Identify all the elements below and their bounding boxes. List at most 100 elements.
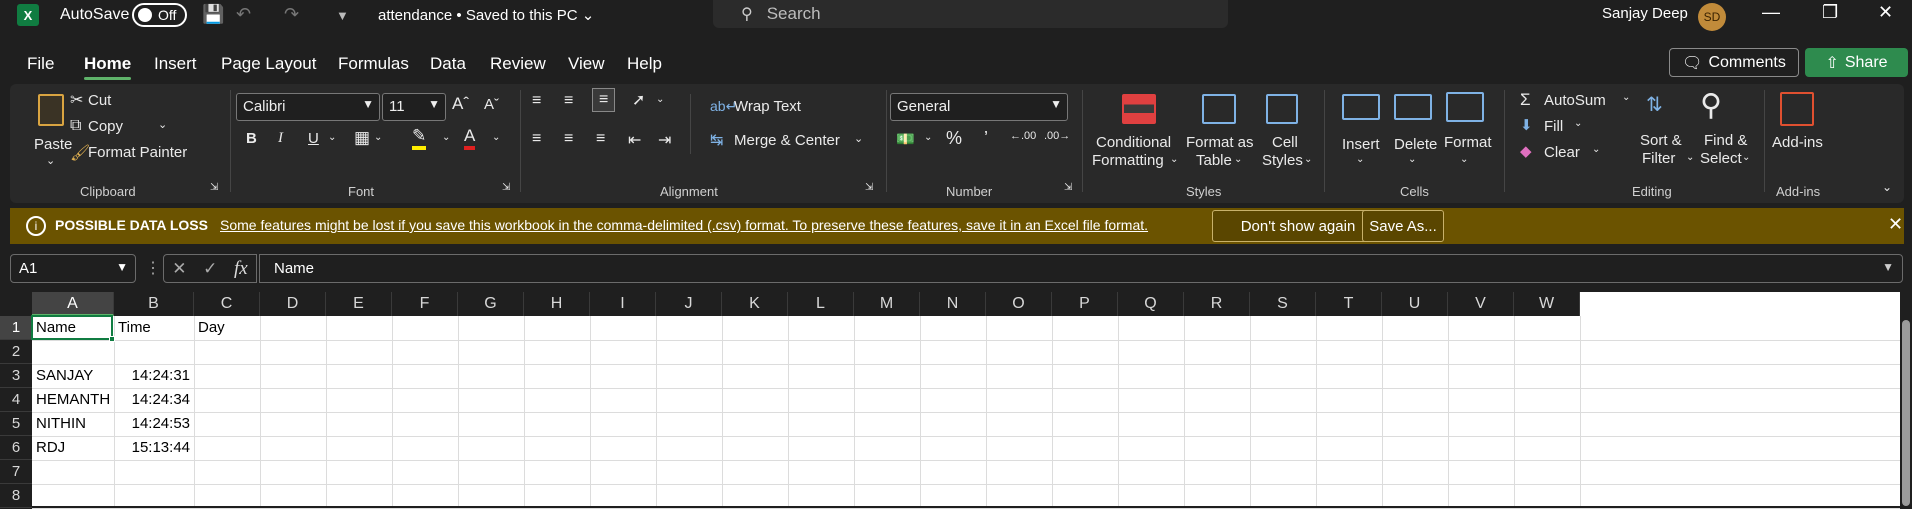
save-as-button[interactable]: Save As... (1362, 210, 1444, 242)
font-name-select[interactable]: Calibri ▼ (236, 93, 380, 121)
tab-help[interactable]: Help (627, 54, 662, 74)
autosave-toggle[interactable]: Off (132, 3, 187, 27)
dialog-launcher-icon[interactable]: ⇲ (1064, 182, 1072, 193)
close-icon[interactable]: ✕ (1878, 2, 1893, 23)
orientation-icon[interactable]: ➚ (632, 90, 645, 110)
cell-area[interactable]: Name Time Day SANJAY 14:24:31 HEMANTH 14:24:34… (31, 315, 1900, 509)
row-header-8[interactable]: 8 (0, 484, 32, 508)
user-name[interactable]: Sanjay Deep (1602, 5, 1688, 22)
dialog-launcher-icon[interactable]: ⇲ (865, 182, 873, 193)
column-header-o[interactable]: O (986, 292, 1052, 316)
row-header-1[interactable]: 1 (0, 316, 32, 340)
avatar[interactable]: SD (1698, 3, 1726, 31)
align-right-icon[interactable]: ≡ (596, 130, 605, 148)
chevron-down-icon[interactable]: ⌄ (924, 132, 932, 143)
wrap-text-button[interactable]: Wrap Text (734, 98, 801, 115)
align-center-icon[interactable]: ≡ (564, 130, 573, 148)
tab-home[interactable]: Home (84, 54, 132, 80)
chevron-down-icon[interactable]: ⌄ (492, 132, 500, 143)
more-icon[interactable]: ⋮ (145, 258, 161, 278)
tab-page-layout[interactable]: Page Layout (221, 54, 316, 74)
cell-a4[interactable]: HEMANTH (32, 388, 114, 412)
insert-function-icon[interactable]: fx (234, 258, 248, 280)
chevron-down-icon[interactable]: ⌄ (158, 118, 167, 131)
column-header-n[interactable]: N (920, 292, 986, 316)
accounting-format-icon[interactable]: 💵 (896, 130, 915, 148)
close-icon[interactable]: ✕ (1888, 214, 1903, 235)
row-header-5[interactable]: 5 (0, 412, 32, 436)
restore-icon[interactable]: ❐ (1822, 2, 1838, 23)
column-header-t[interactable]: T (1316, 292, 1382, 316)
vertical-scrollbar[interactable] (1900, 292, 1912, 506)
chevron-down-icon[interactable]: ⌄ (1622, 92, 1630, 103)
row-header-3[interactable]: 3 (0, 364, 32, 388)
row-header-7[interactable]: 7 (0, 460, 32, 484)
share-button[interactable]: ⇧ Share (1805, 48, 1908, 77)
chevron-down-icon[interactable]: ⌄ (1574, 118, 1582, 129)
minimize-icon[interactable]: — (1762, 2, 1780, 23)
name-box[interactable]: A1 ▼ (10, 254, 136, 283)
chevron-down-icon[interactable]: ⌄ (328, 132, 336, 143)
chevron-down-icon[interactable]: ⌄ (442, 132, 450, 143)
customize-qat-icon[interactable]: ▼ (336, 8, 349, 23)
redo-icon[interactable]: ↷ (284, 4, 299, 25)
column-header-g[interactable]: G (458, 292, 524, 316)
clear-button[interactable]: Clear (1544, 144, 1580, 161)
merge-center-button[interactable]: Merge & Center (734, 132, 840, 149)
tab-formulas[interactable]: Formulas (338, 54, 409, 74)
tab-insert[interactable]: Insert (154, 54, 197, 74)
column-header-a[interactable]: A (32, 292, 114, 316)
chevron-down-icon[interactable]: ⌄ (374, 132, 382, 143)
format-painter-button[interactable]: Format Painter (88, 144, 187, 161)
comma-style-icon[interactable]: ’ (984, 128, 988, 149)
row-header-2[interactable]: 2 (0, 340, 32, 364)
cut-button[interactable]: Cut (88, 92, 111, 109)
column-header-j[interactable]: J (656, 292, 722, 316)
align-top-icon[interactable]: ≡ (532, 92, 541, 110)
save-icon[interactable]: 💾 (202, 4, 224, 25)
cell-c1[interactable]: Day (194, 316, 260, 340)
column-header-q[interactable]: Q (1118, 292, 1184, 316)
enter-icon[interactable]: ✓ (203, 259, 217, 279)
underline-icon[interactable]: U (308, 130, 319, 147)
row-header-6[interactable]: 6 (0, 436, 32, 460)
fill-color-icon[interactable]: ✎ (412, 126, 427, 150)
copy-button[interactable]: Copy (88, 118, 123, 135)
select-all-corner[interactable] (0, 292, 32, 316)
cell-b4[interactable]: 14:24:34 (114, 388, 194, 412)
fill-handle[interactable] (109, 336, 115, 342)
align-bottom-icon[interactable]: ≡ (592, 88, 616, 112)
search-box[interactable]: ⚲ Search (713, 0, 1228, 28)
column-header-v[interactable]: V (1448, 292, 1514, 316)
align-left-icon[interactable]: ≡ (532, 130, 541, 148)
column-header-i[interactable]: I (590, 292, 656, 316)
decrease-decimal-icon[interactable]: .00→ (1044, 130, 1070, 142)
number-format-select[interactable]: General ▼ (890, 93, 1068, 121)
undo-icon[interactable]: ↶ (236, 4, 251, 25)
column-header-b[interactable]: B (114, 292, 194, 316)
banner-message-link[interactable]: Some features might be lost if you save … (220, 217, 1148, 233)
column-header-d[interactable]: D (260, 292, 326, 316)
column-header-h[interactable]: H (524, 292, 590, 316)
increase-indent-icon[interactable]: ⇥ (658, 130, 671, 150)
tab-data[interactable]: Data (430, 54, 466, 74)
column-header-m[interactable]: M (854, 292, 920, 316)
dont-show-again-button[interactable]: Don't show again (1212, 210, 1384, 242)
bold-icon[interactable]: B (246, 130, 257, 147)
chevron-down-icon[interactable]: ⌄ (1592, 144, 1600, 155)
font-color-icon[interactable]: A (464, 126, 476, 150)
column-header-k[interactable]: K (722, 292, 788, 316)
cell-b5[interactable]: 14:24:53 (114, 412, 194, 436)
column-header-c[interactable]: C (194, 292, 260, 316)
row-header-4[interactable]: 4 (0, 388, 32, 412)
dialog-launcher-icon[interactable]: ⇲ (502, 182, 510, 193)
column-header-w[interactable]: W (1514, 292, 1580, 316)
dialog-launcher-icon[interactable]: ⇲ (210, 182, 218, 193)
align-middle-icon[interactable]: ≡ (564, 92, 573, 110)
increase-decimal-icon[interactable]: ←.00 (1010, 130, 1036, 142)
increase-font-icon[interactable]: Aˆ (452, 94, 469, 114)
column-header-l[interactable]: L (788, 292, 854, 316)
chevron-down-icon[interactable]: ⌄ (656, 94, 664, 105)
cell-a6[interactable]: RDJ (32, 436, 114, 460)
tab-view[interactable]: View (568, 54, 605, 74)
